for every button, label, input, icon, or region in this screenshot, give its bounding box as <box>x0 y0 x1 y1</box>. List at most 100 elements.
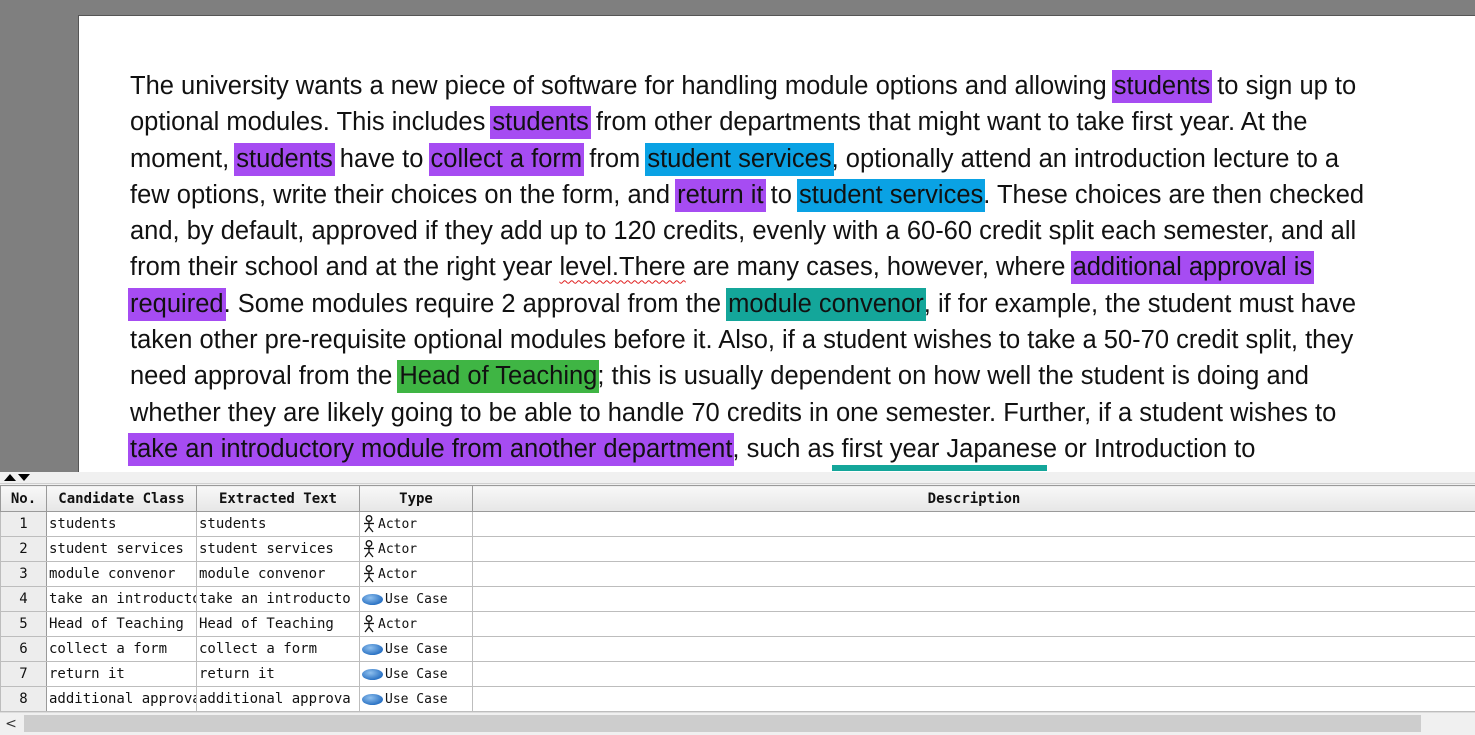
text-segment: taken other pre-requisite optional modul… <box>130 326 1354 355</box>
use-case-icon <box>362 693 383 705</box>
table-row[interactable]: 5 Head of Teaching Head of Teaching Actor <box>0 611 1475 637</box>
spelling-error-word[interactable]: level.There <box>559 253 685 281</box>
type-cell[interactable]: Use Case <box>359 686 473 712</box>
type-cell[interactable]: Actor <box>359 536 473 562</box>
requirements-text[interactable]: The university wants a new piece of soft… <box>128 68 1475 467</box>
extracted-text-cell[interactable]: module convenor <box>196 561 360 587</box>
description-cell[interactable] <box>472 586 1475 612</box>
candidate-class-cell[interactable]: student services <box>46 536 197 562</box>
description-cell[interactable] <box>472 611 1475 637</box>
highlighted-phrase[interactable]: student services <box>797 178 986 212</box>
highlighted-phrase[interactable]: collect a form <box>428 142 585 176</box>
table-row[interactable]: 2 student services student services Actor <box>0 536 1475 562</box>
actor-icon <box>362 540 376 558</box>
description-cell[interactable] <box>472 561 1475 587</box>
scrollbar-thumb[interactable] <box>24 715 1421 732</box>
header-extracted-text[interactable]: Extracted Text <box>196 485 360 512</box>
extracted-text-cell[interactable]: return it <box>196 661 360 687</box>
description-cell[interactable] <box>472 636 1475 662</box>
candidate-class-cell[interactable]: Head of Teaching <box>46 611 197 637</box>
text-segment: . Some modules require 2 approval from t… <box>223 289 729 318</box>
row-number[interactable]: 8 <box>0 686 47 712</box>
header-description[interactable]: Description <box>472 485 1475 512</box>
extracted-text-cell[interactable]: take an introducto <box>196 586 360 612</box>
text-segment: , such as first year Japanese or Introdu… <box>732 434 1256 463</box>
text-segment: The university wants a new piece of soft… <box>130 72 1114 100</box>
table-header-row: No. Candidate Class Extracted Text Type … <box>0 485 1475 512</box>
highlighted-phrase[interactable]: students <box>1111 70 1213 103</box>
row-number[interactable]: 3 <box>0 561 47 587</box>
extracted-text-cell[interactable]: Head of Teaching <box>196 611 360 637</box>
text-line: The university wants a new piece of soft… <box>130 68 1475 104</box>
type-label: Actor <box>378 541 418 557</box>
table-row[interactable]: 1 students students Actor <box>0 511 1475 537</box>
horizontal-scrollbar[interactable]: < <box>0 712 1475 735</box>
text-segment: optional modules. This includes <box>130 108 493 137</box>
header-no[interactable]: No. <box>0 485 47 512</box>
extracted-text-cell[interactable]: student services <box>196 536 360 562</box>
text-segment: to <box>763 180 799 209</box>
actor-icon <box>362 515 376 533</box>
highlighted-phrase[interactable]: module convenor <box>726 287 926 321</box>
collapse-down-icon[interactable] <box>18 474 30 481</box>
candidate-class-cell[interactable]: return it <box>46 661 197 687</box>
description-cell[interactable] <box>472 536 1475 562</box>
text-segment: are many cases, however, where <box>685 253 1073 282</box>
text-segment: from <box>582 144 648 173</box>
type-cell[interactable]: Use Case <box>359 586 473 612</box>
text-line: take an introductory module from another… <box>128 431 1475 467</box>
pane-splitter[interactable] <box>0 472 1475 484</box>
candidate-class-cell[interactable]: module convenor <box>46 561 197 587</box>
highlighted-phrase[interactable]: student services <box>645 142 834 176</box>
table-row[interactable]: 3 module convenor module convenor Actor <box>0 561 1475 587</box>
candidate-class-cell[interactable]: collect a form <box>46 636 197 662</box>
type-cell[interactable]: Use Case <box>359 636 473 662</box>
table-row[interactable]: 7 return it return it Use Case <box>0 661 1475 687</box>
table-row[interactable]: 6 collect a form collect a form Use Case <box>0 636 1475 662</box>
header-type[interactable]: Type <box>359 485 473 512</box>
type-cell[interactable]: Actor <box>359 511 473 537</box>
highlighted-phrase[interactable]: students <box>490 106 591 140</box>
table-row[interactable]: 8 additional approva additional approva Use… <box>0 686 1475 712</box>
text-line: need approval from the Head of Teaching;… <box>130 358 1475 394</box>
row-number[interactable]: 5 <box>0 611 47 637</box>
description-cell[interactable] <box>472 511 1475 537</box>
scroll-left-arrow-icon[interactable]: < <box>0 713 22 735</box>
highlighted-phrase[interactable]: additional approval is <box>1070 251 1315 285</box>
type-label: Use Case <box>385 591 448 607</box>
description-cell[interactable] <box>472 686 1475 712</box>
row-number[interactable]: 2 <box>0 536 47 562</box>
candidate-class-cell[interactable]: students <box>46 511 197 537</box>
expand-up-icon[interactable] <box>4 474 16 481</box>
extracted-text-cell[interactable]: additional approva <box>196 686 360 712</box>
text-line: whether they are likely going to be able… <box>130 395 1475 431</box>
type-label: Actor <box>378 516 418 532</box>
document-viewer[interactable]: The university wants a new piece of soft… <box>0 0 1475 472</box>
document-page: The university wants a new piece of soft… <box>78 15 1475 472</box>
text-line: optional modules. This includes students… <box>130 104 1475 140</box>
type-cell[interactable]: Use Case <box>359 661 473 687</box>
candidate-class-cell[interactable]: take an introducto <box>46 586 197 612</box>
row-number[interactable]: 4 <box>0 586 47 612</box>
text-segment: few options, write their choices on the … <box>130 180 678 209</box>
highlighted-phrase[interactable]: students <box>234 142 335 176</box>
row-number[interactable]: 1 <box>0 511 47 537</box>
row-number[interactable]: 7 <box>0 661 47 687</box>
extracted-text-cell[interactable]: collect a form <box>196 636 360 662</box>
header-candidate-class[interactable]: Candidate Class <box>46 485 197 512</box>
highlighted-phrase[interactable]: Head of Teaching <box>397 360 600 394</box>
text-segment: from their school and at the right year <box>130 253 560 282</box>
table-row[interactable]: 4 take an introducto take an introducto Use… <box>0 586 1475 612</box>
candidate-class-table: No. Candidate Class Extracted Text Type … <box>0 485 1475 712</box>
candidate-class-cell[interactable]: additional approva <box>46 686 197 712</box>
highlighted-phrase[interactable]: required <box>128 287 226 321</box>
type-cell[interactable]: Actor <box>359 611 473 637</box>
row-number[interactable]: 6 <box>0 636 47 662</box>
extracted-text-cell[interactable]: students <box>196 511 360 537</box>
highlighted-phrase[interactable]: return it <box>675 178 766 212</box>
type-cell[interactable]: Actor <box>359 561 473 587</box>
type-label: Use Case <box>385 641 448 657</box>
highlighted-phrase[interactable]: take an introductory module from another… <box>128 432 735 466</box>
description-cell[interactable] <box>472 661 1475 687</box>
highlight-partial-next-line <box>832 465 1047 471</box>
